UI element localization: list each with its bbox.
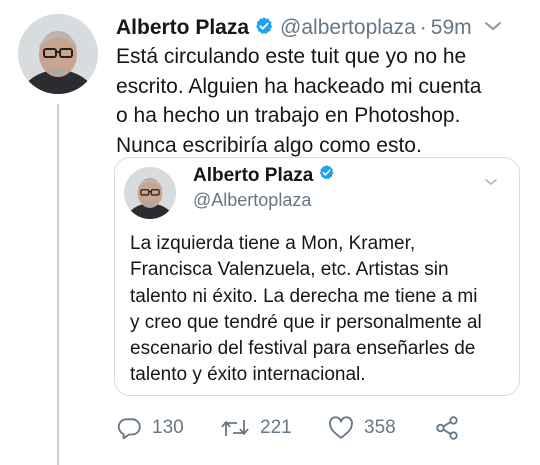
thread-line <box>57 104 59 465</box>
like-icon <box>328 416 354 440</box>
timestamp[interactable]: 59m <box>431 16 472 40</box>
quoted-author-row: Alberto Plaza <box>193 164 335 187</box>
author-name[interactable]: Alberto Plaza <box>116 16 249 40</box>
like-count: 358 <box>364 417 396 438</box>
separator-dot: · <box>419 16 427 39</box>
verified-badge-icon <box>254 16 274 41</box>
quoted-chevron-down-icon[interactable] <box>484 174 498 192</box>
chevron-down-icon[interactable] <box>484 19 502 37</box>
quoted-verified-badge-icon <box>318 164 335 187</box>
retweet-icon <box>220 415 250 441</box>
author-handle[interactable]: @albertoplaza <box>280 16 416 40</box>
quoted-avatar[interactable] <box>124 167 176 219</box>
quoted-author-name[interactable]: Alberto Plaza <box>193 165 313 187</box>
tweet-header: Alberto Plaza @albertoplaza · 59m <box>116 13 530 43</box>
reply-button[interactable]: 130 <box>116 413 184 443</box>
quoted-author-handle[interactable]: @Albertoplaza <box>193 190 311 211</box>
tweet-text: Está circulando este tuit que yo no he e… <box>116 45 482 157</box>
reply-icon <box>116 415 142 441</box>
like-button[interactable]: 358 <box>328 413 396 443</box>
avatar[interactable] <box>18 14 98 94</box>
quoted-tweet-text: La izquierda tiene a Mon, Kramer, Franci… <box>130 233 482 386</box>
retweet-count: 221 <box>260 417 292 438</box>
reply-count: 130 <box>152 417 184 438</box>
retweet-button[interactable]: 221 <box>220 413 292 443</box>
action-bar: 130 221 358 <box>116 413 516 443</box>
share-button[interactable] <box>434 413 460 443</box>
share-icon <box>434 415 460 441</box>
